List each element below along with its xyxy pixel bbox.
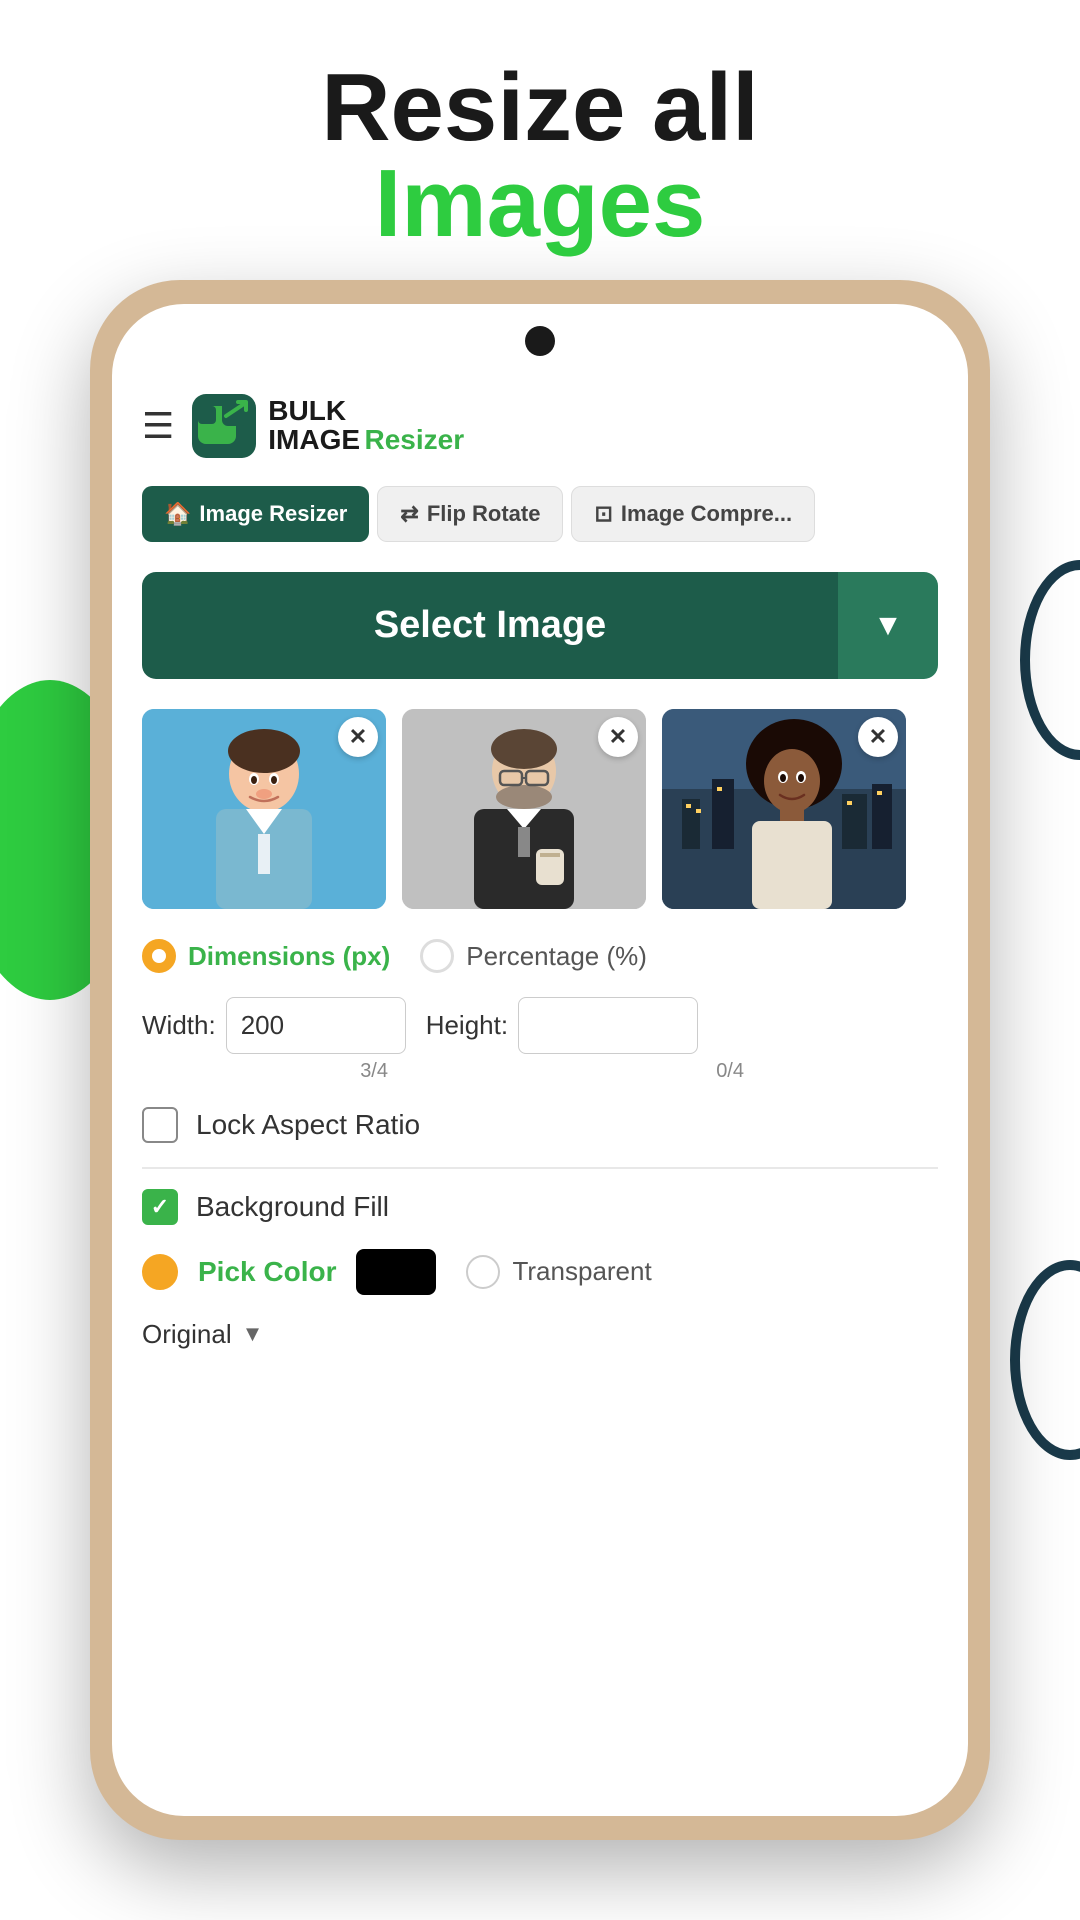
width-counter: 3/4	[360, 1060, 388, 1082]
tab-flip-rotate[interactable]: ⇄ Flip Rotate	[377, 486, 563, 542]
select-image-row: Select Image ▼	[142, 572, 938, 679]
thumbnail-1-close[interactable]: ✕	[338, 717, 378, 757]
width-label: Width:	[142, 1010, 216, 1041]
thumbnail-1: ✕	[142, 709, 386, 909]
thumbnails-row: ✕	[142, 709, 938, 909]
logo-bulk: BULK	[268, 395, 346, 426]
logo-image: IMAGE	[268, 424, 360, 455]
phone-wrapper: ☰ BULK	[90, 280, 990, 1840]
transparent-radio[interactable]	[466, 1255, 500, 1289]
logo-svg	[194, 396, 254, 456]
logo-wrapper: BULK IMAGE Resizer	[192, 394, 464, 458]
radio-px-label: Dimensions (px)	[188, 941, 390, 972]
radio-dimensions-px[interactable]: Dimensions (px)	[142, 939, 390, 973]
height-input[interactable]	[518, 997, 698, 1054]
height-label: Height:	[426, 1010, 508, 1041]
background-fill-checkbox[interactable]: ✓	[142, 1189, 178, 1225]
radio-percentage[interactable]: Percentage (%)	[420, 939, 647, 973]
radio-px-circle	[142, 939, 176, 973]
logo-text: BULK IMAGE Resizer	[268, 397, 464, 456]
phone-screen: ☰ BULK	[112, 304, 968, 1816]
header-title-line1: Resize all	[0, 60, 1080, 156]
divider-1	[142, 1167, 938, 1169]
logo-resizer: Resizer	[365, 424, 465, 455]
compress-icon: ⊡	[594, 501, 612, 527]
dimension-options: Dimensions (px) Percentage (%)	[142, 939, 938, 973]
dropdown-arrow-icon: ▼	[873, 609, 903, 643]
thumbnail-2-close[interactable]: ✕	[598, 717, 638, 757]
select-image-button[interactable]: Select Image	[142, 572, 838, 679]
header-section: Resize all Images	[0, 60, 1080, 252]
background-fill-row[interactable]: ✓ Background Fill	[142, 1189, 938, 1225]
checkmark-icon: ✓	[151, 1194, 169, 1220]
height-counter: 0/4	[716, 1060, 744, 1082]
app-header: ☰ BULK	[142, 374, 938, 468]
lock-aspect-checkbox[interactable]	[142, 1107, 178, 1143]
width-group: Width:	[142, 997, 406, 1054]
width-input[interactable]	[226, 997, 406, 1054]
dimensions-row: Width: Height:	[142, 997, 938, 1054]
header-title-line2: Images	[0, 156, 1080, 252]
thumbnail-3: ✕	[662, 709, 906, 909]
radio-px-inner	[152, 949, 166, 963]
radio-percent-circle	[420, 939, 454, 973]
app-content: ☰ BULK	[112, 374, 968, 1816]
hamburger-icon[interactable]: ☰	[142, 405, 174, 447]
thumbnail-3-close[interactable]: ✕	[858, 717, 898, 757]
tab-flip-rotate-label: Flip Rotate	[427, 501, 541, 527]
decorative-teal-arc-bottom	[1010, 1260, 1080, 1460]
flip-icon: ⇄	[400, 501, 418, 527]
pick-color-row: Pick Color Transparent	[142, 1249, 938, 1295]
radio-percent-label: Percentage (%)	[466, 941, 647, 972]
lock-aspect-label: Lock Aspect Ratio	[196, 1109, 420, 1141]
original-label: Original	[142, 1319, 232, 1350]
logo-icon	[192, 394, 256, 458]
select-image-dropdown[interactable]: ▼	[838, 572, 938, 679]
color-swatch[interactable]	[356, 1249, 436, 1295]
decorative-teal-arc-top	[1020, 560, 1080, 760]
tab-image-resizer[interactable]: 🏠 Image Resizer	[142, 486, 369, 542]
thumbnail-2: ✕	[402, 709, 646, 909]
tab-image-compress[interactable]: ⊡ Image Compre...	[571, 486, 815, 542]
transparent-label: Transparent	[512, 1256, 651, 1287]
original-dropdown-chevron-icon: ▼	[242, 1321, 264, 1347]
home-icon: 🏠	[164, 501, 191, 527]
lock-aspect-row[interactable]: Lock Aspect Ratio	[142, 1107, 938, 1143]
transparent-option[interactable]: Transparent	[466, 1255, 651, 1289]
original-dropdown[interactable]: Original ▼	[142, 1319, 938, 1350]
counters-row: 3/4 0/4	[142, 1060, 938, 1083]
background-fill-label: Background Fill	[196, 1191, 389, 1223]
pick-color-radio[interactable]	[142, 1254, 178, 1290]
pick-color-label: Pick Color	[198, 1256, 336, 1288]
camera-notch	[525, 326, 555, 356]
height-group: Height:	[426, 997, 698, 1054]
tab-image-compress-label: Image Compre...	[621, 501, 792, 527]
tabs-container: 🏠 Image Resizer ⇄ Flip Rotate ⊡ Image Co…	[142, 486, 938, 542]
tab-image-resizer-label: Image Resizer	[199, 501, 347, 527]
